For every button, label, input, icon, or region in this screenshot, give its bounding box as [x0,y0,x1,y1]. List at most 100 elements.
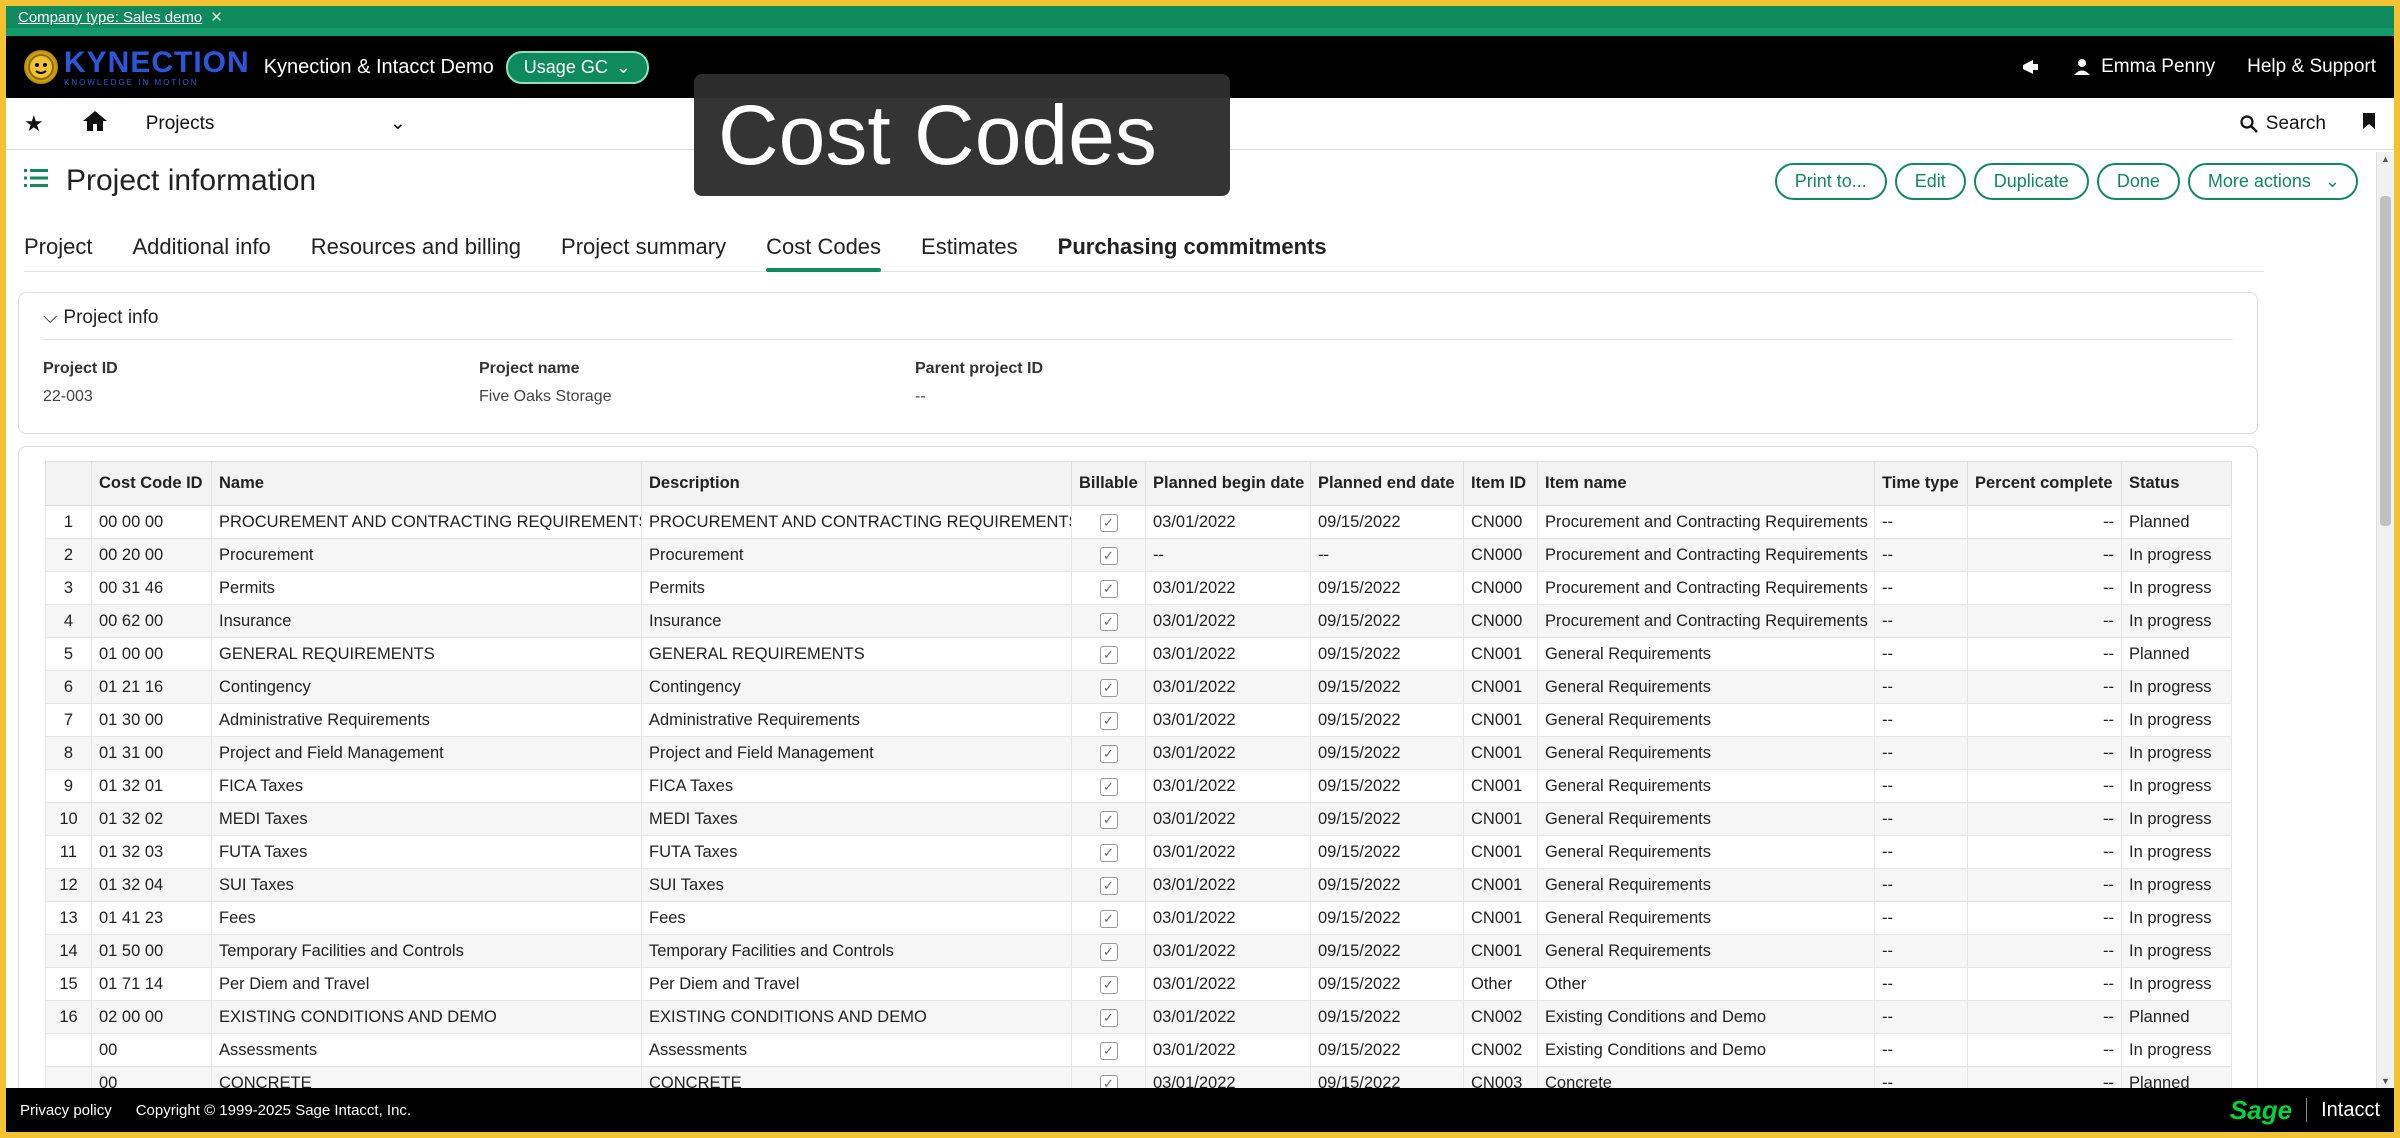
intacct-logo: Intacct [2321,1098,2380,1121]
tab-additional-info[interactable]: Additional info [132,226,270,271]
billable-checkbox[interactable]: ✓ [1071,1000,1146,1034]
billable-checkbox[interactable]: ✓ [1071,934,1146,968]
item-name: Procurement and Contracting Requirements [1537,571,1875,605]
billable-checkbox[interactable]: ✓ [1071,571,1146,605]
list-icon[interactable] [24,167,48,195]
check-icon[interactable]: ✓ [1099,579,1118,598]
table-row[interactable]: 4 00 62 00 Insurance Insurance ✓ 03/01/2022 09… [45,604,2232,638]
announcements-button[interactable] [2021,57,2041,77]
page-scrollbar[interactable]: ▲ ▼ [2376,152,2394,1088]
privacy-policy-link[interactable]: Privacy policy [20,1102,112,1119]
column-header[interactable]: Planned end date [1310,461,1464,506]
tab-purchasing-commitments[interactable]: Purchasing commitments [1058,226,1327,271]
star-icon[interactable]: ★ [24,111,44,137]
table-row[interactable]: 00 Assessments Assessments ✓ 03/01/2022 09/15… [45,1033,2232,1067]
tab-estimates[interactable]: Estimates [921,226,1018,271]
help-link[interactable]: Help & Support [2247,56,2376,78]
billable-checkbox[interactable]: ✓ [1071,604,1146,638]
tab-cost-codes[interactable]: Cost Codes [766,226,881,272]
company-name[interactable]: Kynection & Intacct Demo [264,56,494,79]
check-icon[interactable]: ✓ [1099,1041,1118,1060]
check-icon[interactable]: ✓ [1099,744,1118,763]
billable-checkbox[interactable]: ✓ [1071,769,1146,803]
billable-checkbox[interactable]: ✓ [1071,967,1146,1001]
tab-project-summary[interactable]: Project summary [561,226,726,271]
billable-checkbox[interactable]: ✓ [1071,670,1146,704]
search-button[interactable]: Search [2240,113,2326,135]
edit-button[interactable]: Edit [1894,162,1966,200]
check-icon[interactable]: ✓ [1099,810,1118,829]
tab-resources-billing[interactable]: Resources and billing [311,226,521,271]
column-header[interactable]: Time type [1874,461,1968,506]
table-row[interactable]: 14 01 50 00 Temporary Facilities and Contr… [45,934,2232,968]
table-row[interactable]: 10 01 32 02 MEDI Taxes MEDI Taxes ✓ 03/01/202… [45,802,2232,836]
column-header[interactable]: Billable [1071,461,1146,506]
table-row[interactable]: 7 01 30 00 Administrative Requirements Admi… [45,703,2232,737]
check-icon[interactable]: ✓ [1099,645,1118,664]
billable-checkbox[interactable]: ✓ [1071,868,1146,902]
column-header[interactable]: Name [211,461,642,506]
table-row[interactable]: 8 01 31 00 Project and Field Management Pro… [45,736,2232,770]
column-header[interactable]: Item ID [1463,461,1538,506]
table-row[interactable]: 16 02 00 00 EXISTING CONDITIONS AND DEMO EX… [45,1000,2232,1034]
column-header[interactable]: Description [641,461,1072,506]
print-button[interactable]: Print to... [1774,162,1887,200]
check-icon[interactable]: ✓ [1099,546,1118,565]
check-icon[interactable]: ✓ [1099,612,1118,631]
check-icon[interactable]: ✓ [1099,975,1118,994]
check-icon[interactable]: ✓ [1099,909,1118,928]
billable-checkbox[interactable]: ✓ [1071,703,1146,737]
billable-checkbox[interactable]: ✓ [1071,637,1146,671]
bookmark-icon[interactable] [2362,112,2376,136]
table-row[interactable]: 6 01 21 16 Contingency Contingency ✓ 03/01/20… [45,670,2232,704]
table-row[interactable]: 13 01 41 23 Fees Fees ✓ 03/01/2022 09/15/2022 C… [45,901,2232,935]
billable-checkbox[interactable]: ✓ [1071,901,1146,935]
table-row[interactable]: 15 01 71 14 Per Diem and Travel Per Diem an… [45,967,2232,1001]
planned-begin-date: 03/01/2022 [1145,802,1311,836]
more-actions-button[interactable]: More actions ⌄ [2187,162,2358,200]
table-row[interactable]: 2 00 20 00 Procurement Procurement ✓ -- -- CN00… [45,538,2232,572]
billable-checkbox[interactable]: ✓ [1071,835,1146,869]
check-icon[interactable]: ✓ [1099,711,1118,730]
user-menu[interactable]: Emma Penny [2073,56,2215,78]
cost-code-id: 01 31 00 [91,736,212,770]
parent-project-value: -- [915,388,926,405]
column-header[interactable]: Percent complete [1967,461,2122,506]
scroll-up-icon[interactable]: ▲ [2381,154,2390,164]
billable-checkbox[interactable]: ✓ [1071,736,1146,770]
billable-checkbox[interactable]: ✓ [1071,538,1146,572]
billable-checkbox[interactable]: ✓ [1071,802,1146,836]
done-button[interactable]: Done [2096,162,2180,200]
close-icon[interactable]: ✕ [210,8,223,26]
table-row[interactable]: 5 01 00 00 GENERAL REQUIREMENTS GENERAL REQ… [45,637,2232,671]
table-row[interactable]: 12 01 32 04 SUI Taxes SUI Taxes ✓ 03/01/2022 0… [45,868,2232,902]
check-icon[interactable]: ✓ [1099,843,1118,862]
entity-selector[interactable]: Usage GC ⌄ [505,50,649,84]
module-dropdown[interactable]: Projects ⌄ [146,112,406,135]
scroll-down-icon[interactable]: ▼ [2381,1076,2390,1086]
billable-checkbox[interactable]: ✓ [1071,1033,1146,1067]
table-row[interactable]: 9 01 32 01 FICA Taxes FICA Taxes ✓ 03/01/2022… [45,769,2232,803]
table-row[interactable]: 3 00 31 46 Permits Permits ✓ 03/01/2022 09/15/… [45,571,2232,605]
column-header[interactable]: Cost Code ID [91,461,212,506]
column-header[interactable]: Status [2121,461,2232,506]
check-icon[interactable]: ✓ [1099,1008,1118,1027]
check-icon[interactable]: ✓ [1099,942,1118,961]
scroll-thumb[interactable] [2380,196,2391,526]
table-row[interactable]: 1 00 00 00 PROCUREMENT AND CONTRACTING REQ… [45,505,2232,539]
duplicate-button[interactable]: Duplicate [1973,162,2089,200]
kynection-logo[interactable]: KYNECTION KNOWLEDGE IN MOTION [24,47,250,87]
check-icon[interactable]: ✓ [1099,777,1118,796]
company-type-link[interactable]: Company type: Sales demo [18,9,202,26]
check-icon[interactable]: ✓ [1099,513,1118,532]
column-header[interactable]: Item name [1537,461,1875,506]
cost-code-name: SUI Taxes [211,868,642,902]
billable-checkbox[interactable]: ✓ [1071,505,1146,539]
home-icon[interactable] [82,110,108,138]
project-info-toggle[interactable]: ⌵ Project info [43,307,2233,340]
table-row[interactable]: 11 01 32 03 FUTA Taxes FUTA Taxes ✓ 03/01/202… [45,835,2232,869]
tab-project[interactable]: Project [24,226,92,271]
column-header[interactable]: Planned begin date [1145,461,1311,506]
check-icon[interactable]: ✓ [1099,876,1118,895]
check-icon[interactable]: ✓ [1099,678,1118,697]
